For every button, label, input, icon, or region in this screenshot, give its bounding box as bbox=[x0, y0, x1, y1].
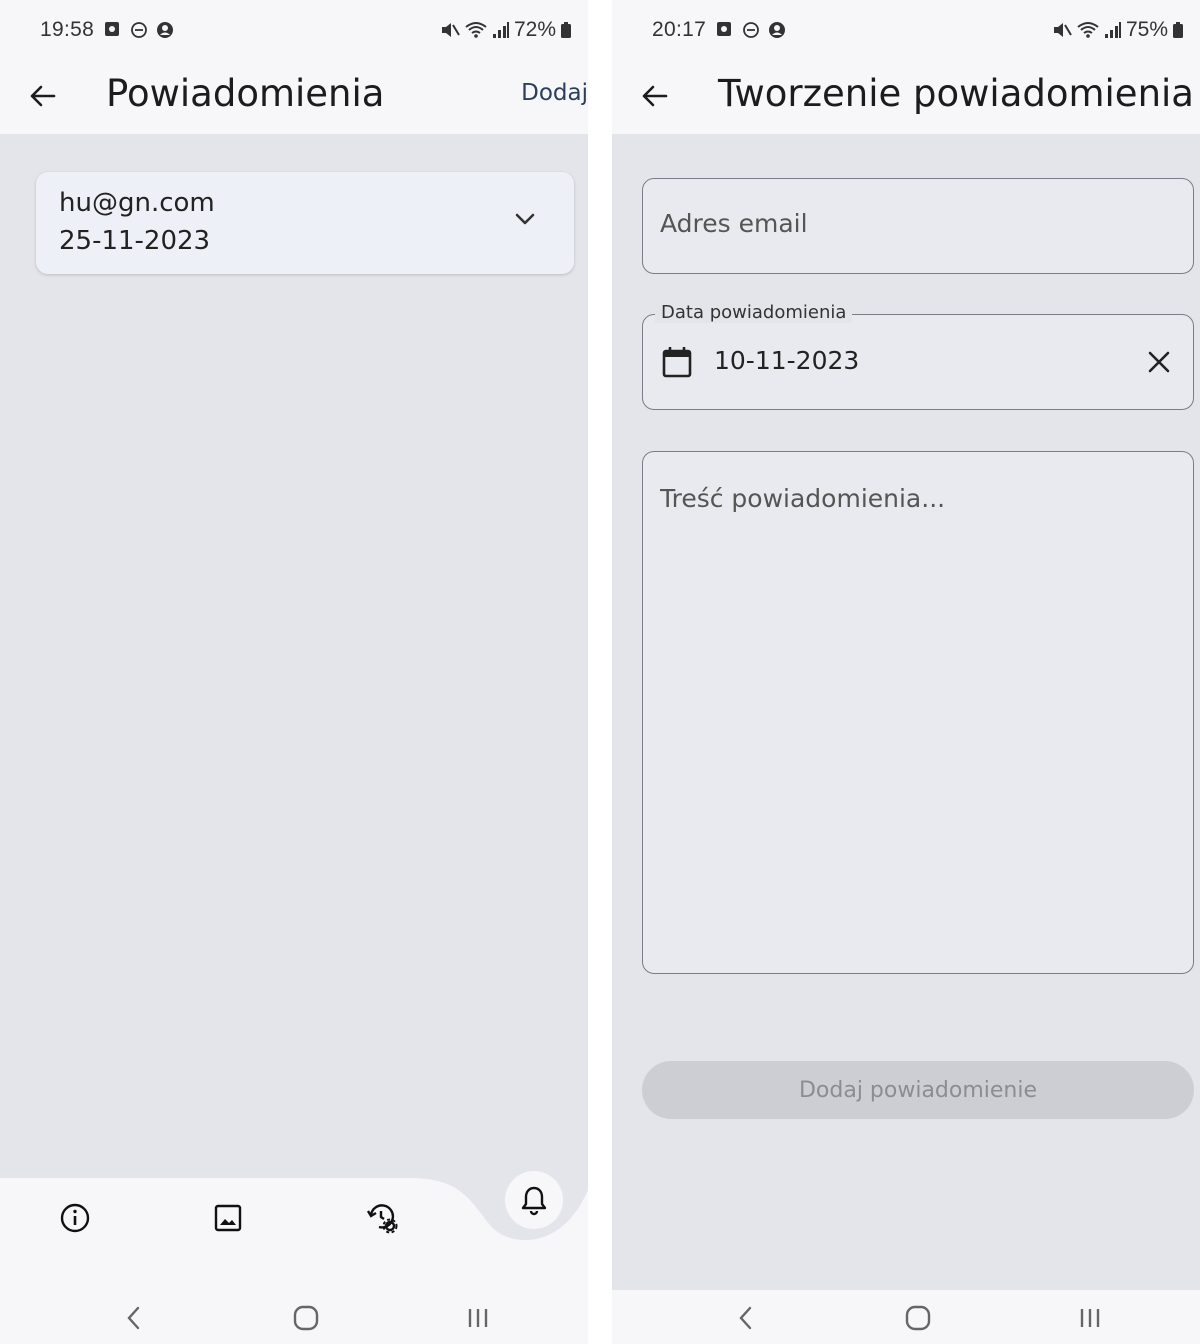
submit-notification-button[interactable]: Dodaj powiadomienie bbox=[642, 1061, 1194, 1119]
app-bar: Tworzenie powiadomienia bbox=[612, 62, 1200, 134]
system-back-icon bbox=[739, 1306, 752, 1330]
mute-icon bbox=[1053, 23, 1072, 37]
arrow-left-icon bbox=[30, 85, 56, 107]
system-recents-icon bbox=[1080, 1309, 1100, 1327]
info-icon bbox=[60, 1203, 90, 1233]
system-back-button[interactable] bbox=[726, 1302, 766, 1334]
message-field[interactable] bbox=[642, 451, 1194, 974]
system-home-button[interactable] bbox=[898, 1302, 938, 1334]
status-right: 75% bbox=[1052, 18, 1184, 42]
image-icon bbox=[214, 1204, 242, 1232]
battery-text: 75% bbox=[1125, 18, 1168, 41]
message-textarea[interactable] bbox=[660, 484, 1170, 944]
create-notification-screen: 20:17 75% Tworzenie powiadomienia Data p… bbox=[612, 0, 1200, 1344]
status-bar: 19:58 72% bbox=[0, 0, 588, 62]
calendar-icon[interactable] bbox=[661, 345, 693, 379]
battery-icon bbox=[1173, 22, 1183, 38]
date-value: 10-11-2023 bbox=[714, 346, 860, 375]
nav-gallery[interactable] bbox=[206, 1196, 250, 1240]
notification-list: hu@gn.com 25-11-2023 bbox=[0, 134, 588, 1290]
battery-icon bbox=[561, 22, 571, 38]
email-input[interactable] bbox=[660, 209, 1160, 238]
gallery-status-icon bbox=[717, 22, 731, 36]
system-recents-icon bbox=[468, 1309, 488, 1327]
account-status-icon bbox=[157, 22, 173, 38]
arrow-left-icon bbox=[642, 85, 668, 107]
bell-icon bbox=[521, 1186, 547, 1216]
app-bar: Powiadomienia Dodaj bbox=[0, 62, 588, 134]
account-status-icon bbox=[769, 22, 785, 38]
page-title: Powiadomienia bbox=[106, 72, 385, 115]
back-button[interactable] bbox=[634, 76, 674, 116]
dnd-status-icon bbox=[131, 22, 147, 38]
date-field[interactable]: Data powiadomienia 10-11-2023 bbox=[642, 302, 1194, 410]
date-field-label: Data powiadomienia bbox=[655, 302, 853, 323]
wifi-icon bbox=[1077, 22, 1099, 38]
system-recents-button[interactable] bbox=[1070, 1302, 1110, 1334]
dnd-status-icon bbox=[743, 22, 759, 38]
nav-info[interactable] bbox=[53, 1196, 97, 1240]
status-time: 20:17 bbox=[652, 18, 707, 41]
status-right: 72% bbox=[440, 18, 572, 42]
nav-history-settings[interactable] bbox=[360, 1196, 404, 1240]
notification-list-item[interactable]: hu@gn.com 25-11-2023 bbox=[36, 172, 574, 274]
signal-icon bbox=[1104, 22, 1121, 38]
system-nav-bar bbox=[612, 1290, 1200, 1344]
notification-email: hu@gn.com bbox=[59, 188, 215, 218]
add-button[interactable]: Dodaj bbox=[521, 80, 588, 106]
close-icon[interactable] bbox=[1147, 350, 1171, 374]
notifications-screen: 19:58 72% Powiadomienia Dodaj hu@gn.com … bbox=[0, 0, 588, 1344]
nav-notifications-fab[interactable] bbox=[505, 1171, 563, 1229]
system-back-button[interactable] bbox=[114, 1302, 154, 1334]
email-field[interactable] bbox=[642, 178, 1194, 274]
status-time: 19:58 bbox=[40, 18, 95, 41]
bottom-nav bbox=[0, 1178, 588, 1290]
back-button[interactable] bbox=[22, 76, 62, 116]
system-home-icon bbox=[905, 1305, 931, 1331]
system-home-button[interactable] bbox=[286, 1302, 326, 1334]
status-bar: 20:17 75% bbox=[612, 0, 1200, 62]
history-settings-icon bbox=[366, 1204, 398, 1234]
signal-icon bbox=[492, 22, 509, 38]
notification-date: 25-11-2023 bbox=[59, 226, 211, 256]
system-home-icon bbox=[293, 1305, 319, 1331]
page-title: Tworzenie powiadomienia bbox=[718, 72, 1194, 115]
system-recents-button[interactable] bbox=[458, 1302, 498, 1334]
system-back-icon bbox=[127, 1306, 140, 1330]
battery-text: 72% bbox=[513, 18, 556, 41]
mute-icon bbox=[441, 23, 460, 37]
wifi-icon bbox=[465, 22, 487, 38]
system-nav-bar bbox=[0, 1290, 588, 1344]
gallery-status-icon bbox=[105, 22, 119, 36]
chevron-down-icon[interactable] bbox=[514, 212, 536, 226]
